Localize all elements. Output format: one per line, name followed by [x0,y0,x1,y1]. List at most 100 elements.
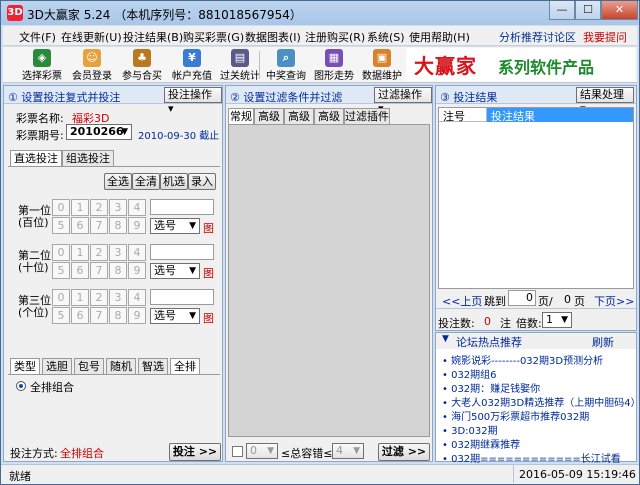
bet-actions-dropdown[interactable]: 投注操作 ▾ [164,87,222,115]
forum-item[interactable]: • 婉影说彩--------032期3D预测分析 [442,352,634,367]
tolerance-to-select[interactable]: 4 ▼ [332,443,364,459]
forum-item[interactable]: • 海门500万彩票超市推荐032期 [442,408,634,423]
clear-all-button[interactable]: 全清 [132,173,160,190]
digit-button[interactable]: 8 [109,217,127,234]
digit-button[interactable]: 4 [128,199,146,216]
tab-type[interactable]: 类型 [10,358,40,374]
digit-input[interactable] [150,244,214,260]
results-list[interactable] [438,107,634,289]
tab-pick-bank[interactable]: 选胆 [42,358,72,374]
digit-button[interactable]: 3 [109,199,127,216]
forum-item[interactable]: • 032期：赚足钱娶你 [442,380,634,395]
tab-advanced-a[interactable]: 高级A [254,108,284,138]
tab-group-bet[interactable]: 组选投注 [62,150,114,166]
prize-query-button[interactable]: ⌕ 中奖查询 [261,48,311,82]
menu-file[interactable]: 文件(F) [19,29,56,45]
digit-button[interactable]: 2 [90,244,108,261]
tab-smart-pick[interactable]: 智选 [138,358,168,374]
filter-button[interactable]: 过滤 >> [378,443,430,461]
tab-filter-plugins[interactable]: 过滤插件 [344,108,390,124]
pick-select[interactable]: 选号 ▼ [150,263,200,279]
digit-button[interactable]: 6 [71,307,89,324]
digit-button[interactable]: 0 [52,199,70,216]
refresh-link[interactable]: 刷新 [592,334,614,350]
digit-button[interactable]: 7 [90,217,108,234]
digit-button[interactable]: 0 [52,244,70,261]
digit-button[interactable]: 4 [128,289,146,306]
pass-stats-button[interactable]: ▤ 过关统计 [215,48,265,82]
digit-button[interactable]: 1 [71,289,89,306]
collapse-arrow-icon[interactable]: ▼ [442,334,449,344]
digit-button[interactable]: 3 [109,289,127,306]
digit-button[interactable]: 2 [90,199,108,216]
menu-charts[interactable]: 数据图表(I) [245,29,301,45]
ask-link[interactable]: 我要提问 [583,29,627,45]
digit-button[interactable]: 9 [128,262,146,279]
chart-link[interactable]: 图 [203,310,214,326]
digit-button[interactable]: 7 [90,307,108,324]
forum-item[interactable]: • 3D:032期 [442,422,634,437]
menu-system[interactable]: 系统(S) [367,29,405,45]
col-bet-result[interactable]: 投注结果 [487,108,633,123]
result-actions-dropdown[interactable]: 结果处理 ▾ [576,87,634,115]
digit-button[interactable]: 8 [109,307,127,324]
tab-advanced-c[interactable]: 高级C [314,108,344,138]
close-button[interactable]: ✕ [601,1,638,20]
digit-button[interactable]: 4 [128,244,146,261]
member-login-button[interactable]: ☺ 会员登录 [67,48,117,82]
digit-button[interactable]: 5 [52,217,70,234]
next-page-link[interactable]: 下页>> [594,293,634,309]
radio-full-combination[interactable] [16,381,26,391]
pick-select[interactable]: 选号 ▼ [150,218,200,234]
forum-item[interactable]: • 032期组6 [442,366,634,381]
tab-full-permutation[interactable]: 全排 [170,358,200,374]
digit-button[interactable]: 0 [52,289,70,306]
pick-select[interactable]: 选号 ▼ [150,308,200,324]
group-buy-button[interactable]: ♣ 参与合买 [117,48,167,82]
tab-general[interactable]: 常规 [228,108,254,124]
digit-button[interactable]: 1 [71,244,89,261]
tab-random[interactable]: 随机 [106,358,136,374]
forum-link[interactable]: 分析推荐讨论区 [499,29,576,45]
random-pick-button[interactable]: 机选 [160,173,188,190]
tab-advanced-b[interactable]: 高级B [284,108,314,138]
tab-direct-bet[interactable]: 直选投注 [10,150,62,166]
filter-actions-dropdown[interactable]: 过滤操作 ▾ [374,87,432,115]
multiple-select[interactable]: 1 ▼ [542,312,572,328]
menu-help[interactable]: 使用帮助(H) [409,29,470,45]
digit-button[interactable]: 6 [71,217,89,234]
bet-button[interactable]: 投注 >> [169,443,221,461]
digit-button[interactable]: 6 [71,262,89,279]
maximize-button[interactable]: ☐ [575,1,601,20]
menu-results[interactable]: 投注结果(B) [123,29,183,45]
digit-button[interactable]: 9 [128,307,146,324]
forum-item[interactable]: • 032期继霖推荐 [442,436,634,451]
chart-link[interactable]: 图 [203,265,214,281]
menu-buy[interactable]: 购买彩票(G) [183,29,244,45]
digit-input[interactable] [150,289,214,305]
prev-page-link[interactable]: <<上页 [442,293,482,309]
recharge-button[interactable]: ¥ 帐户充值 [167,48,217,82]
menu-register[interactable]: 注册购买(R) [305,29,365,45]
digit-button[interactable]: 5 [52,262,70,279]
digit-button[interactable]: 3 [109,244,127,261]
tolerance-checkbox[interactable] [232,446,243,457]
trend-chart-button[interactable]: ▦ 图形走势 [309,48,359,82]
menu-update[interactable]: 在线更新(U) [61,29,122,45]
page-input[interactable]: 0 [508,290,536,306]
minimize-button[interactable]: — [549,1,575,20]
col-bet-no[interactable]: 注号 [439,108,487,123]
digit-input[interactable] [150,199,214,215]
digit-button[interactable]: 7 [90,262,108,279]
data-maintenance-button[interactable]: ▣ 数据维护 [357,48,407,82]
digit-button[interactable]: 5 [52,307,70,324]
digit-button[interactable]: 1 [71,199,89,216]
enter-button[interactable]: 录入 [188,173,216,190]
digit-button[interactable]: 2 [90,289,108,306]
forum-item[interactable]: • 大老人032期3D精选推荐（上期中胆码4） [442,394,634,409]
issue-select[interactable]: 2010266 ▼ [66,124,132,140]
tolerance-from-select[interactable]: 0 ▼ [246,443,278,459]
select-lottery-button[interactable]: ◈ 选择彩票 [17,48,67,82]
chart-link[interactable]: 图 [203,220,214,236]
tab-pack-numbers[interactable]: 包号 [74,358,104,374]
